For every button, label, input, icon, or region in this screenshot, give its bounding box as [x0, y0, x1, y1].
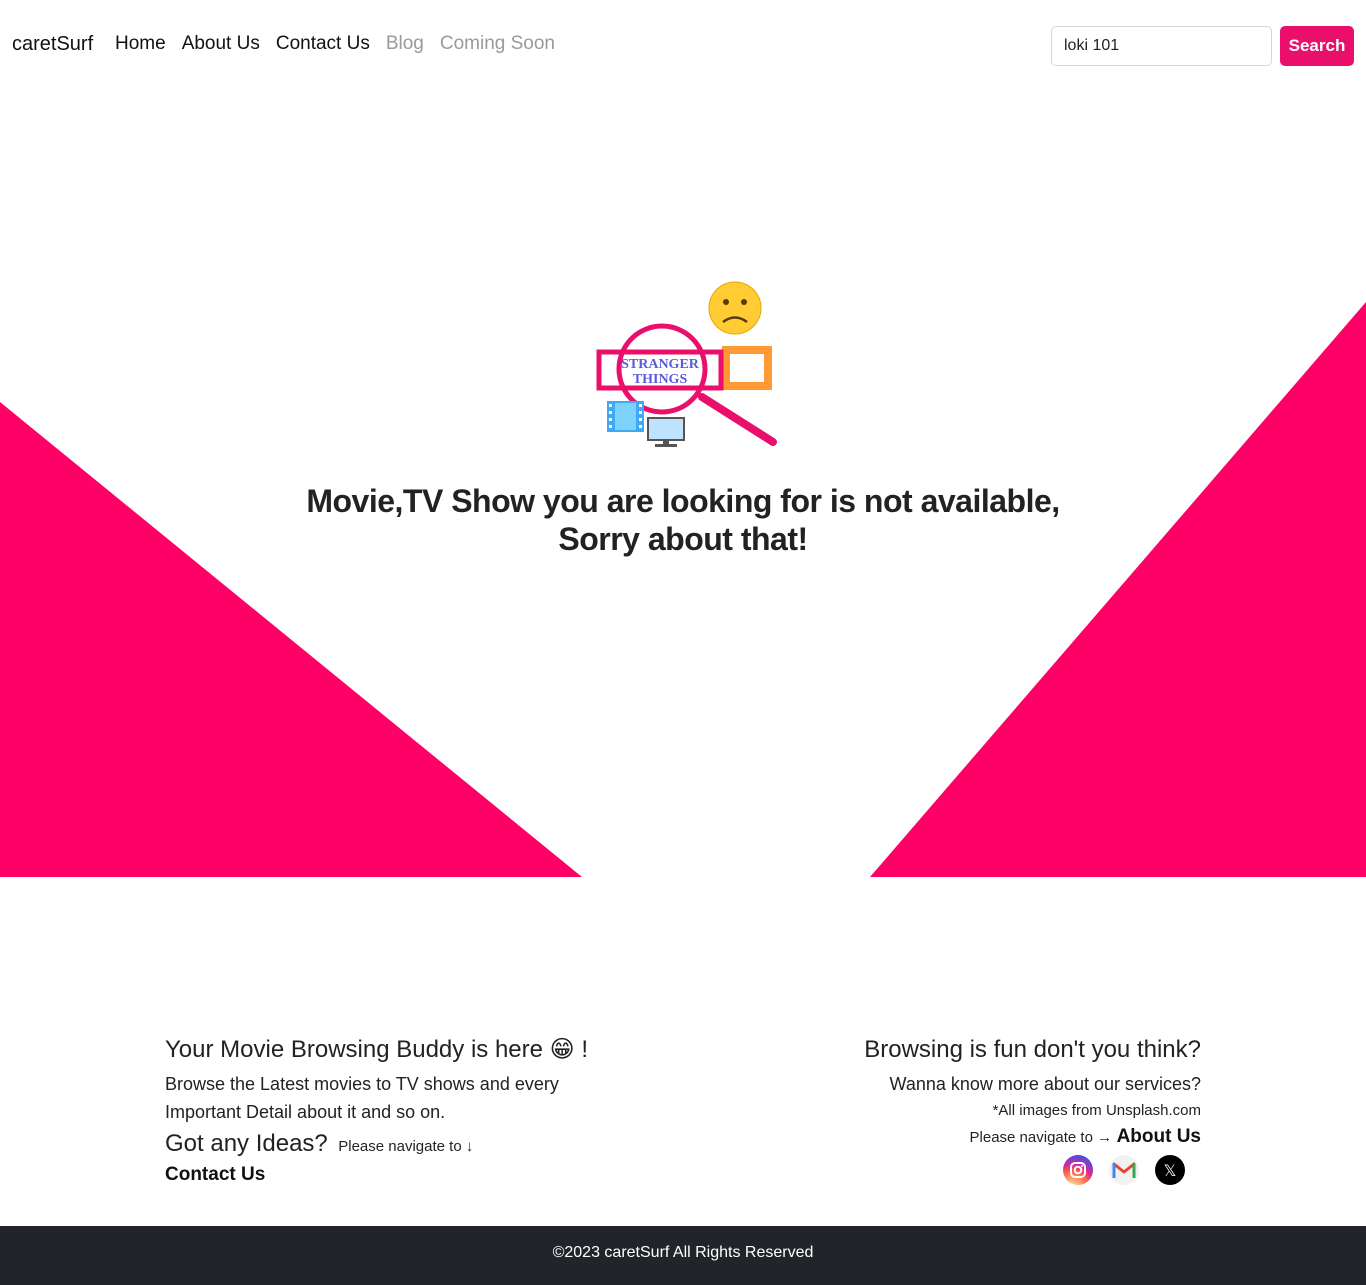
- footer-left: Your Movie Browsing Buddy is here 😁 ! Br…: [165, 1035, 625, 1186]
- left-triangle: [0, 402, 582, 877]
- copyright-bar: ©2023 caretSurf All Rights Reserved: [0, 1226, 1366, 1285]
- film-strip-icon: [607, 401, 644, 432]
- nav-blog: Blog: [385, 33, 424, 54]
- search-input[interactable]: [1051, 26, 1272, 66]
- svg-text:THINGS: THINGS: [633, 372, 688, 387]
- nav-coming-soon: Coming Soon: [439, 33, 555, 54]
- social-links: 𝕏: [780, 1155, 1201, 1185]
- x-twitter-icon[interactable]: 𝕏: [1155, 1155, 1185, 1185]
- not-available-message: Movie,TV Show you are looking for is not…: [306, 483, 1060, 557]
- services-question: Wanna know more about our services?: [889, 1074, 1201, 1094]
- stranger-things-logo: STRANGER: [621, 357, 700, 372]
- search-button[interactable]: Search: [1280, 26, 1354, 66]
- sad-face-icon: [708, 281, 762, 335]
- gmail-icon[interactable]: [1109, 1155, 1139, 1185]
- about-us-link[interactable]: About Us: [1117, 1126, 1201, 1147]
- nav-about-us[interactable]: About Us: [174, 33, 268, 55]
- buddy-description: Browse the Latest movies to TV shows and…: [165, 1074, 559, 1122]
- ideas-navigate-text: Please navigate to ↓: [338, 1138, 474, 1155]
- contact-us-link[interactable]: Contact Us: [165, 1164, 625, 1186]
- copyright-text: ©2023 caretSurf All Rights Reserved: [552, 1244, 814, 1261]
- buddy-title: Your Movie Browsing Buddy is here 😁 !: [165, 1036, 588, 1063]
- right-triangle: [870, 302, 1366, 877]
- nav-home[interactable]: Home: [107, 33, 174, 55]
- not-found-illustration: STRANGER THINGS: [596, 281, 777, 447]
- hero-section: STRANGER THINGS Movie,TV Show you are lo…: [0, 92, 1366, 877]
- about-navigate-text: Please navigate to →: [969, 1129, 1113, 1146]
- nav-contact-us[interactable]: Contact Us: [268, 33, 378, 55]
- image-credit: *All images from Unsplash.com: [992, 1102, 1201, 1119]
- brand-logo[interactable]: caretSurf: [12, 33, 93, 56]
- ideas-title: Got any Ideas?: [165, 1130, 328, 1157]
- browsing-fun-title: Browsing is fun don't you think?: [864, 1036, 1201, 1063]
- instagram-icon[interactable]: [1063, 1155, 1093, 1185]
- monitor-icon: [647, 417, 685, 447]
- footer-right: Browsing is fun don't you think? Wanna k…: [780, 1035, 1201, 1185]
- navbar: caretSurf Home About Us Contact Us Blog …: [0, 0, 1366, 92]
- nav-links: Home About Us Contact Us Blog Coming Soo…: [107, 33, 563, 55]
- tv-frame-icon: [722, 346, 772, 390]
